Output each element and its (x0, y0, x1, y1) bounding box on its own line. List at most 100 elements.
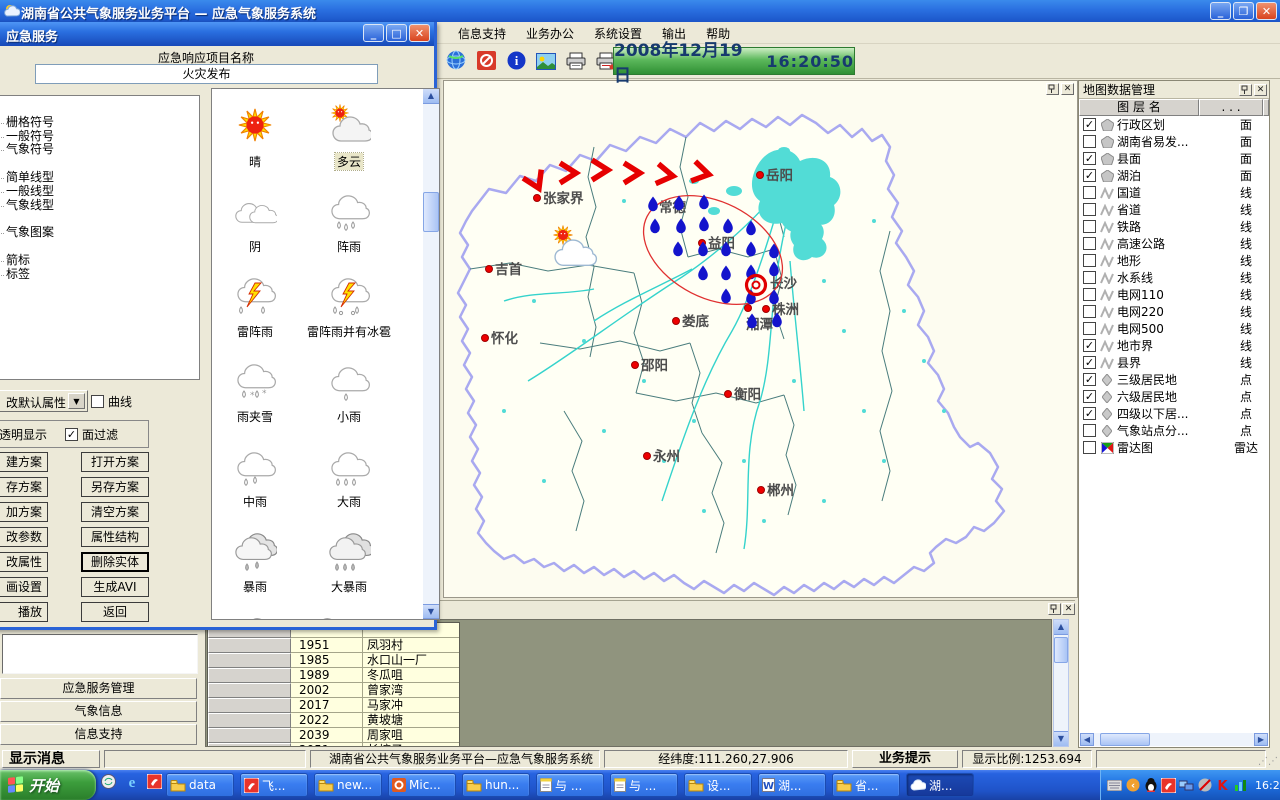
tree-item-气象线型[interactable]: 气象线型 (0, 199, 199, 213)
scroll-thumb[interactable] (1100, 733, 1150, 746)
bottom-pin-button[interactable] (1048, 603, 1061, 615)
layer-row-电网220[interactable]: 电网220线 (1079, 303, 1269, 320)
sync-icon[interactable] (100, 773, 117, 790)
layer-row-铁路[interactable]: 铁路线 (1079, 218, 1269, 235)
weather-vscrollbar[interactable]: ▲ ▼ (423, 89, 439, 619)
arrow-circle-icon[interactable]: ‹ (1125, 778, 1140, 793)
task-button-飞...[interactable]: 飞... (240, 773, 308, 797)
task-button-与 ...[interactable]: 与 ... (536, 773, 604, 797)
weather-item-暴雨[interactable]: 暴雨 (224, 522, 286, 595)
printer-icon[interactable] (564, 49, 588, 73)
symbol-tree[interactable]: 号栅格符号一般符号气象符号型简单线型一般线型气象线型案气象图案他箭标标签 (0, 95, 200, 380)
task-button-hun...[interactable]: hun... (462, 773, 530, 797)
tree-item-栅格符号[interactable]: 栅格符号 (0, 116, 199, 130)
transparent-checkbox[interactable]: 透明显示 (0, 426, 47, 443)
layers-hscrollbar[interactable]: ◀ ▶ (1080, 733, 1268, 746)
task-button-new...[interactable]: new... (314, 773, 382, 797)
bottom-close-button[interactable]: ✕ (1062, 603, 1075, 615)
table-row[interactable]: 2051长塘子 (208, 743, 459, 747)
scroll-down-icon[interactable]: ▼ (1054, 731, 1068, 746)
tree-item-一般线型[interactable]: 一般线型 (0, 185, 199, 199)
info-icon[interactable]: i (504, 49, 528, 73)
table-row[interactable]: 1985水口山一厂 (208, 653, 459, 668)
fetion-icon[interactable] (146, 773, 163, 790)
close-button[interactable]: ✕ (1256, 2, 1277, 20)
dialog-button-建方案[interactable]: 建方案 (0, 452, 48, 472)
layer-checkbox[interactable]: ✓ (1083, 152, 1096, 165)
start-button[interactable]: 开始 (0, 770, 96, 800)
chart-icon[interactable] (1233, 778, 1248, 793)
project-name-input[interactable]: 火灾发布 (35, 64, 378, 84)
weather-item-中雨[interactable]: 中雨 (224, 437, 286, 510)
left-bar-信息支持[interactable]: 信息支持 (0, 724, 197, 745)
weather-item-大雨[interactable]: 大雨 (294, 437, 404, 510)
layer-row-三级居民地[interactable]: ✓三级居民地点 (1079, 371, 1269, 388)
layer-checkbox[interactable]: ✓ (1083, 373, 1096, 386)
layer-checkbox[interactable] (1083, 135, 1096, 148)
layer-row-电网110[interactable]: 电网110线 (1079, 286, 1269, 303)
dialog-button-加方案[interactable]: 加方案 (0, 502, 48, 522)
dialog-button-播放[interactable]: 播放 (0, 602, 48, 622)
stop-icon[interactable] (474, 49, 498, 73)
chevron-down-icon[interactable]: ▼ (68, 393, 85, 409)
task-button-Mic...[interactable]: Mic... (388, 773, 456, 797)
layer-row-县面[interactable]: ✓县面面 (1079, 150, 1269, 167)
tree-item-简单线型[interactable]: 简单线型 (0, 171, 199, 185)
dialog-button-改属性[interactable]: 改属性 (0, 552, 48, 572)
default-attr-dropdown[interactable]: 改默认属性 ▼ (0, 390, 88, 412)
task-button-data[interactable]: data (166, 773, 234, 797)
layer-checkbox[interactable]: ✓ (1083, 390, 1096, 403)
scroll-down-icon[interactable]: ▼ (423, 604, 439, 619)
scroll-up-icon[interactable]: ▲ (1054, 620, 1068, 635)
tree-item-标签[interactable]: 标签 (0, 268, 199, 282)
restore-button[interactable]: ❐ (1233, 2, 1254, 20)
layer-row-六级居民地[interactable]: ✓六级居民地点 (1079, 388, 1269, 405)
layer-row-气象站点分...[interactable]: 气象站点分...点 (1079, 422, 1269, 439)
layer-row-县界[interactable]: ✓县界线 (1079, 354, 1269, 371)
left-bar-气象信息[interactable]: 气象信息 (0, 701, 197, 722)
layer-name-header[interactable]: 图 层 名 (1079, 99, 1199, 116)
layer-checkbox[interactable] (1083, 237, 1096, 250)
image-icon[interactable] (534, 50, 558, 74)
dialog-button-清空方案[interactable]: 清空方案 (81, 502, 149, 522)
tree-item-气象符号[interactable]: 气象符号 (0, 143, 199, 157)
weather-item-雷阵雨并有冰雹[interactable]: 雷阵雨并有冰雹 (294, 267, 404, 340)
menu-item-业务办公[interactable]: 业务办公 (516, 22, 584, 45)
scroll-up-icon[interactable]: ▲ (423, 89, 439, 104)
weather-item-大暴雨[interactable]: 大暴雨 (294, 522, 404, 595)
globe-icon[interactable] (444, 48, 468, 72)
panel-pin-button[interactable] (1239, 84, 1252, 96)
dialog-button-删除实体[interactable]: 删除实体 (81, 552, 149, 572)
map-canvas[interactable]: ✕ (443, 80, 1078, 598)
weather-item-雨夹雪[interactable]: **雨夹雪 (224, 352, 286, 425)
layer-row-电网500[interactable]: 电网500线 (1079, 320, 1269, 337)
layer-checkbox[interactable]: ✓ (1083, 118, 1096, 131)
task-button-设...[interactable]: 设... (684, 773, 752, 797)
map-close-button[interactable]: ✕ (1061, 83, 1074, 95)
table-row[interactable]: 2017马家冲 (208, 698, 459, 713)
weather-item-多云[interactable]: 多云 (294, 97, 404, 170)
layer-checkbox[interactable] (1083, 203, 1096, 216)
table-row[interactable]: 2022黄坡塘 (208, 713, 459, 728)
layer-checkbox[interactable] (1083, 441, 1096, 454)
dialog-button-改参数[interactable]: 改参数 (0, 527, 48, 547)
table-row[interactable]: 2039周家咀 (208, 728, 459, 743)
tree-item-他[interactable]: 他 (0, 240, 199, 254)
layer-checkbox[interactable]: ✓ (1083, 169, 1096, 182)
minimize-button[interactable]: _ (1210, 2, 1231, 20)
panel-close-button[interactable]: ✕ (1254, 84, 1267, 96)
task-button-湖...[interactable]: 湖... (906, 773, 974, 797)
keyboard-icon[interactable] (1107, 778, 1122, 793)
weather-item-阴[interactable]: 阴 (224, 182, 286, 255)
dialog-button-存方案[interactable]: 存方案 (0, 477, 48, 497)
layer-checkbox[interactable] (1083, 254, 1096, 267)
station-table[interactable]: 1951凤羽村1985水口山一厂1989冬瓜咀2002曾家湾2017马家冲202… (207, 622, 460, 747)
layer-row-湖泊[interactable]: ✓湖泊面 (1079, 167, 1269, 184)
layer-checkbox[interactable] (1083, 220, 1096, 233)
weather-item-晴[interactable]: 晴 (224, 97, 286, 170)
tree-item-型[interactable]: 型 (0, 157, 199, 171)
layer-row-国道[interactable]: 国道线 (1079, 184, 1269, 201)
dialog-maximize-button[interactable]: □ (386, 24, 407, 42)
layer-checkbox[interactable] (1083, 271, 1096, 284)
layer-checkbox[interactable] (1083, 424, 1096, 437)
